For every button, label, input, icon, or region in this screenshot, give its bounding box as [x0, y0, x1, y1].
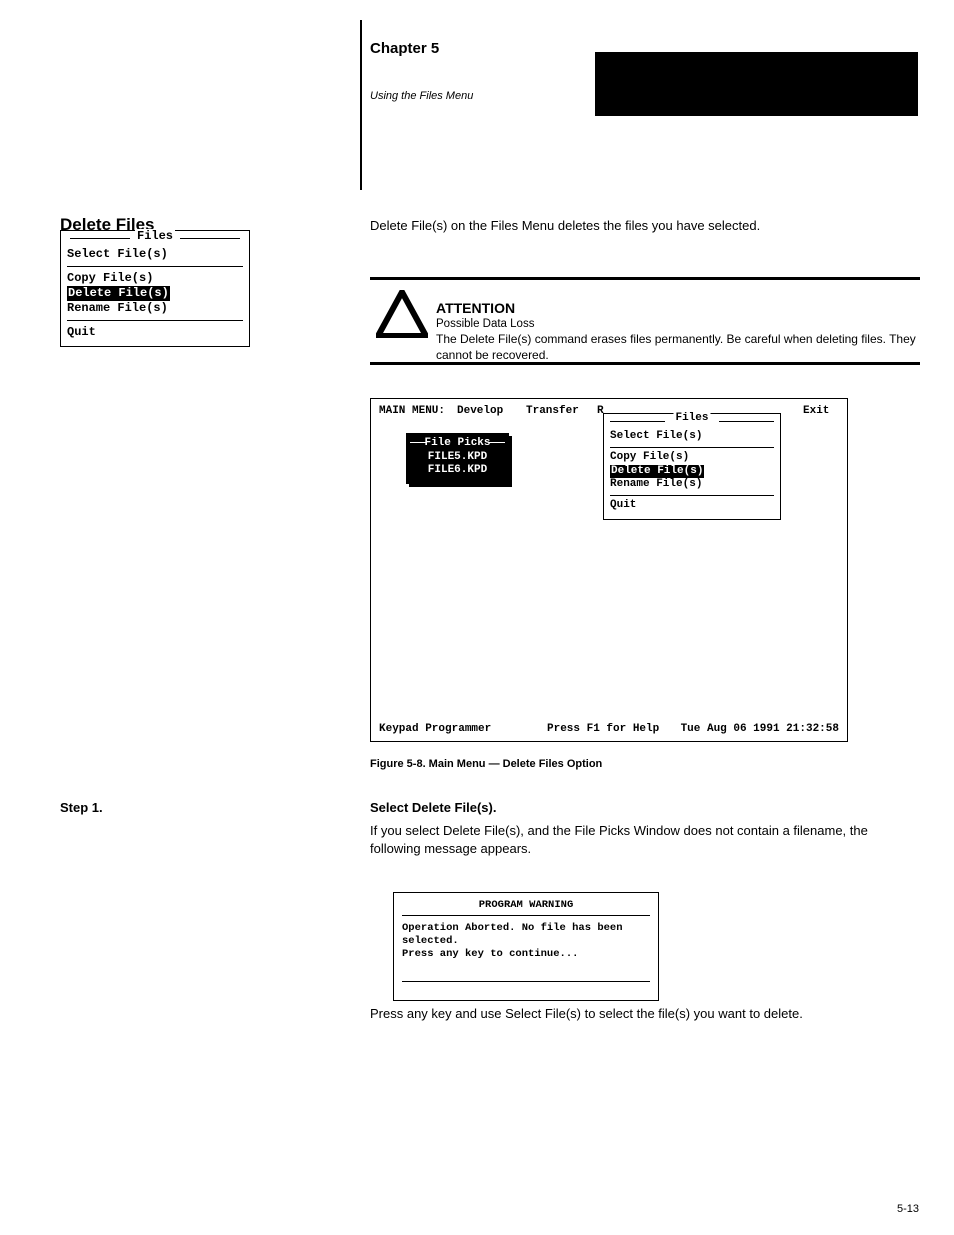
file-picks-title: File Picks: [424, 437, 490, 449]
header-black-bar: [595, 52, 918, 116]
warning-divider: [402, 915, 650, 916]
after-warning-text: Press any key and use Select File(s) to …: [370, 1005, 910, 1023]
attention-body: The Delete File(s) command erases files …: [436, 332, 916, 363]
files-menu-title: Files: [673, 412, 710, 426]
status-datetime: Tue Aug 06 1991 21:32:58: [681, 723, 839, 735]
attention-rule-top: [370, 277, 920, 280]
menu-divider: [610, 447, 774, 448]
attention-rule-bottom: [370, 362, 920, 365]
warning-divider: [402, 981, 650, 982]
file-pick-item[interactable]: FILE6.KPD: [413, 464, 502, 477]
menu-item-quit[interactable]: Quit: [67, 325, 243, 340]
step-label: Step 1.: [60, 800, 103, 815]
warning-title: PROGRAM WARNING: [402, 899, 650, 911]
step-heading: Select Delete File(s).: [370, 800, 910, 815]
warning-line2: Press any key to continue...: [402, 948, 650, 961]
status-app-name: Keypad Programmer: [379, 723, 491, 735]
file-pick-item[interactable]: FILE5.KPD: [413, 451, 502, 464]
chapter-number: Chapter 5: [370, 40, 439, 57]
menu-item-rename[interactable]: Rename File(s): [610, 478, 774, 492]
section-intro: Delete File(s) on the Files Menu deletes…: [370, 217, 910, 235]
file-picks-window: File Picks FILE5.KPD FILE6.KPD: [406, 433, 509, 484]
status-help-hint: Press F1 for Help: [547, 723, 659, 735]
menu-item-delete[interactable]: Delete File(s): [67, 286, 170, 301]
menu-item-copy[interactable]: Copy File(s): [610, 451, 774, 465]
menu-divider: [67, 266, 243, 267]
chapter-subtitle: Using the Files Menu: [370, 90, 473, 102]
figure-caption: Figure 5-8. Main Menu — Delete Files Opt…: [370, 758, 602, 770]
menubar-exit[interactable]: Exit: [803, 405, 829, 417]
page-number: 5-13: [897, 1203, 919, 1215]
attention-label: ATTENTION: [436, 300, 515, 316]
menu-item-select[interactable]: Select File(s): [67, 247, 243, 262]
files-dropdown-menu: Files Select File(s) Copy File(s) Delete…: [603, 413, 781, 520]
menu-divider: [610, 495, 774, 496]
warning-line1: Operation Aborted. No file has been sele…: [402, 922, 650, 948]
attention-subtitle: Possible Data Loss: [436, 318, 534, 330]
header-divider: [360, 20, 362, 190]
menu-item-copy[interactable]: Copy File(s): [67, 271, 243, 286]
menubar-main-label: MAIN MENU:: [379, 405, 445, 417]
menu-item-select[interactable]: Select File(s): [610, 430, 774, 444]
step-note: If you select Delete File(s), and the Fi…: [370, 822, 910, 857]
program-warning-dialog: PROGRAM WARNING Operation Aborted. No fi…: [393, 892, 659, 1001]
app-screenshot: MAIN MENU: Develop Transfer R Exit File …: [370, 398, 848, 742]
menu-item-rename[interactable]: Rename File(s): [67, 301, 243, 316]
files-menu-title: Files: [135, 229, 175, 244]
files-menu-sidebar: Files Select File(s) Copy File(s) Delete…: [60, 230, 250, 347]
menubar-transfer[interactable]: Transfer: [526, 405, 579, 417]
menu-item-delete[interactable]: Delete File(s): [610, 465, 704, 479]
warning-triangle-icon: [376, 290, 428, 341]
menu-divider: [67, 320, 243, 321]
menubar-develop[interactable]: Develop: [457, 405, 503, 417]
menu-item-quit[interactable]: Quit: [610, 499, 774, 513]
